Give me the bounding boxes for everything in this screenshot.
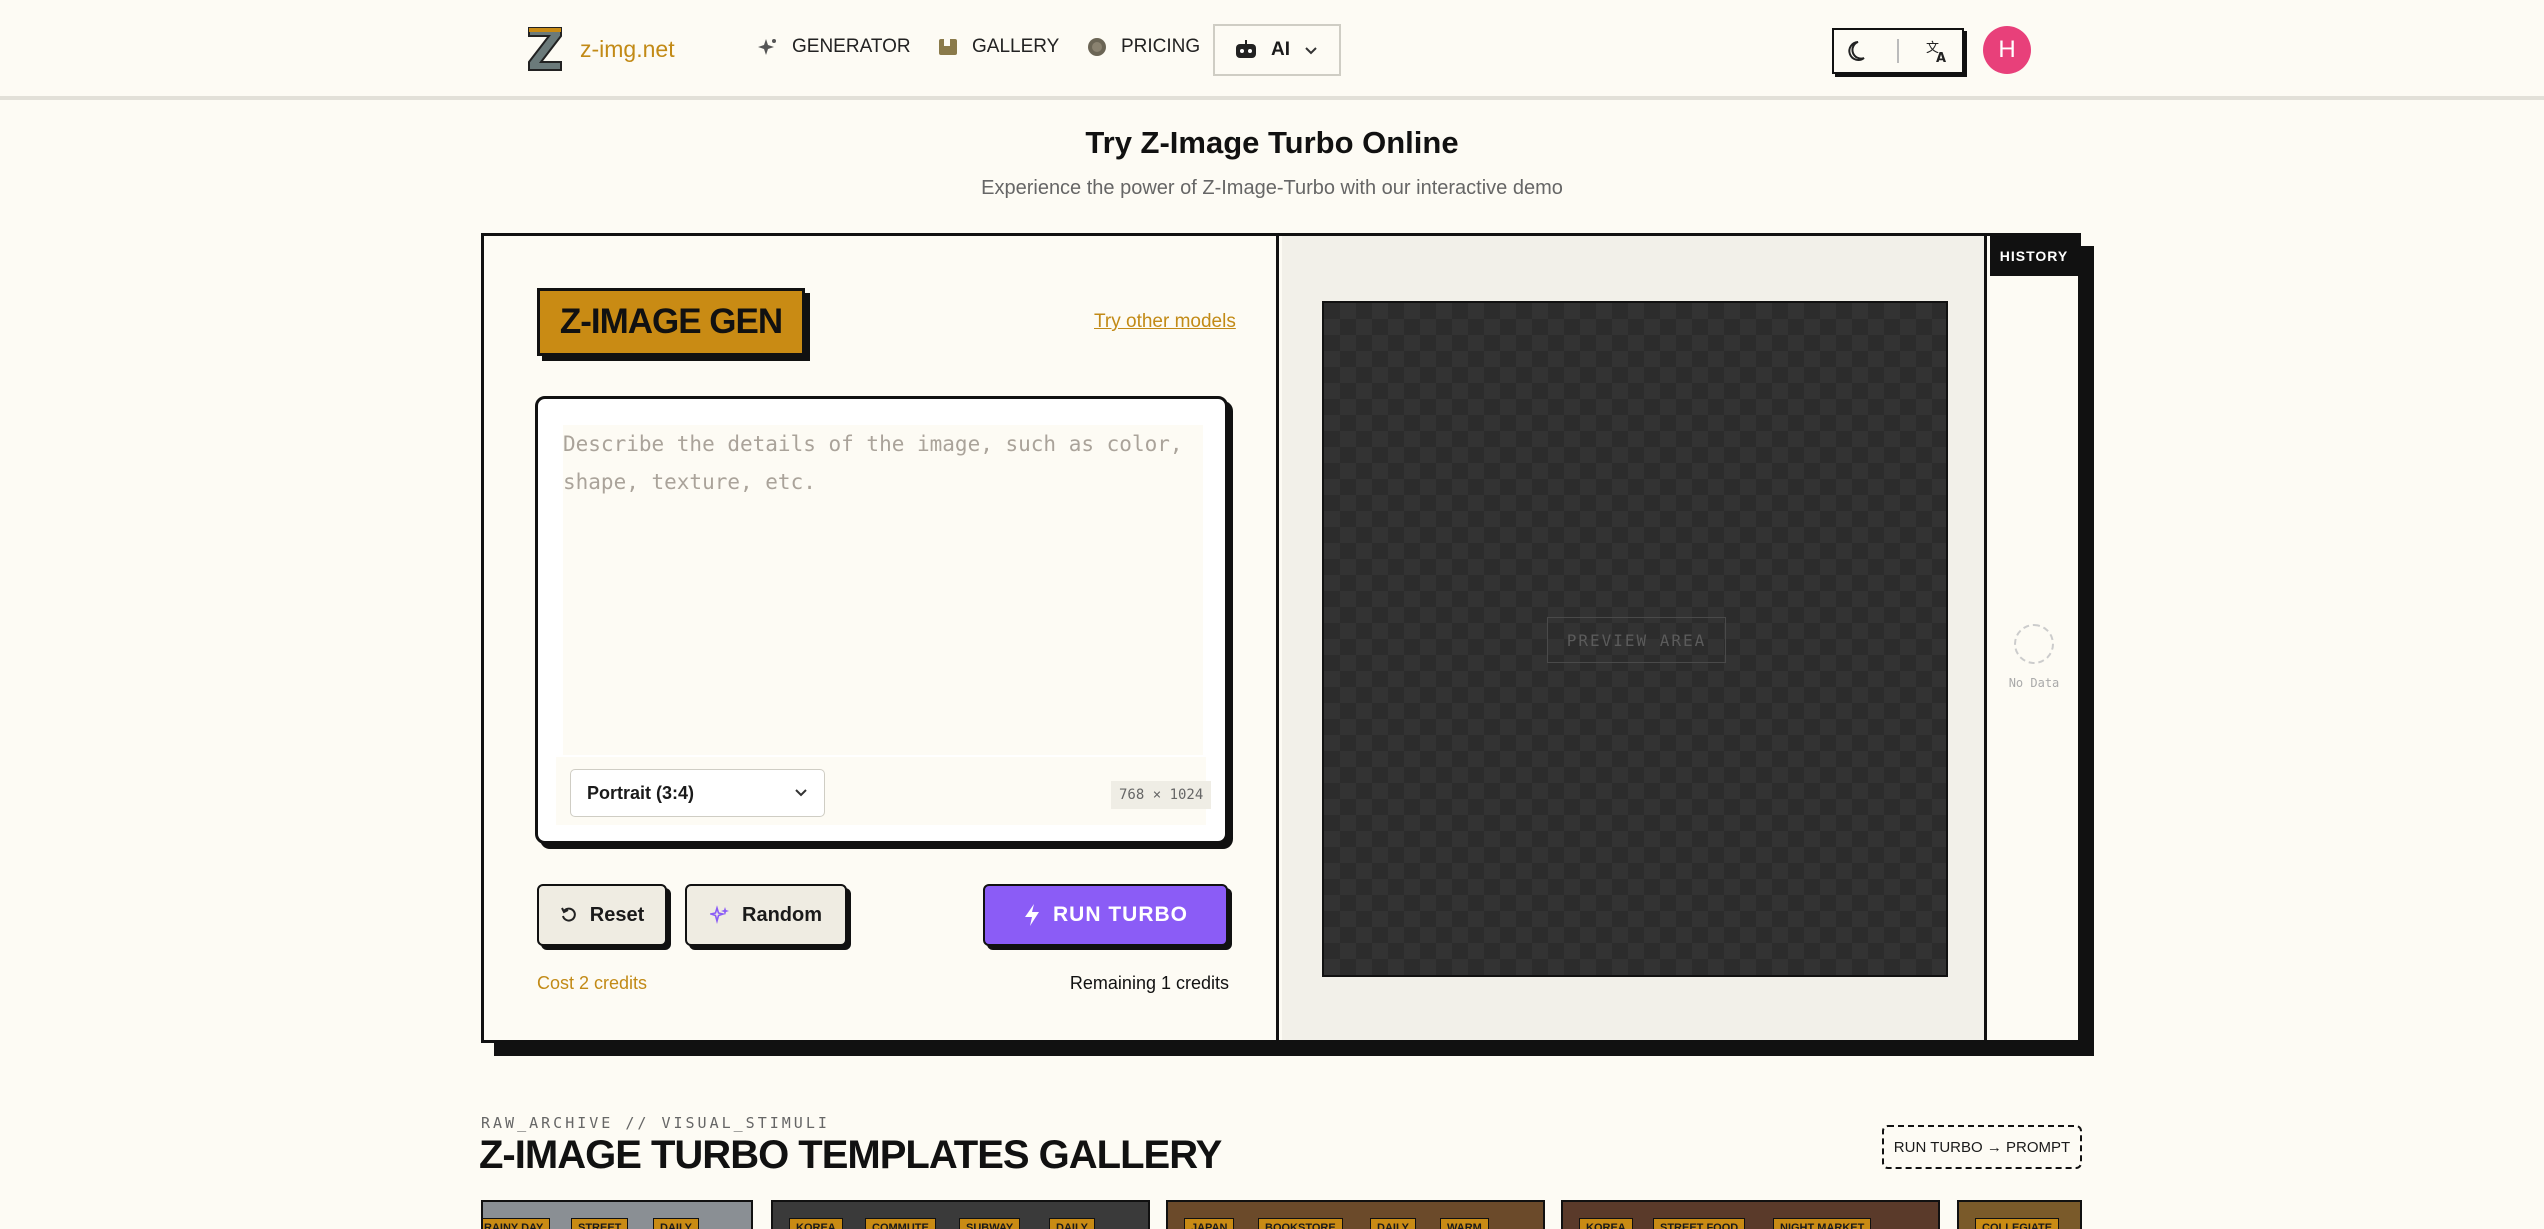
gallery-thumbnail[interactable]: KOREA STREET FOOD NIGHT MARKET (1561, 1200, 1940, 1229)
gallery-title: Z-IMAGE TURBO TEMPLATES GALLERY (479, 1133, 1222, 1177)
ai-label: AI (1271, 39, 1290, 60)
template-tag: COLLEGIATE (1975, 1218, 2060, 1229)
preview-area: PREVIEW AREA (1322, 301, 1948, 977)
page-title: Try Z-Image Turbo Online (1085, 125, 1459, 160)
gallery-thumbnail[interactable]: KOREA COMMUTE SUBWAY DAILY (771, 1200, 1150, 1229)
translate-icon[interactable]: 文A (1924, 38, 1950, 64)
prompt-card: Describe the details of the image, such … (535, 396, 1228, 844)
template-tag: RAINY DAY (483, 1218, 551, 1229)
empty-state-icon (2014, 624, 2054, 664)
template-tag: STREET (571, 1218, 629, 1229)
history-title: HISTORY (1990, 236, 2078, 276)
top-navbar: z-img.net GENERATOR GALLERY PRICING AI 文… (0, 0, 2544, 100)
user-avatar[interactable]: H (1983, 26, 2031, 74)
aspect-ratio-select[interactable]: Portrait (3:4) (570, 769, 825, 817)
template-tag: JAPAN (1184, 1218, 1235, 1229)
reset-icon (560, 907, 576, 922)
toolbar-divider (1896, 39, 1899, 63)
logo-icon[interactable] (525, 24, 565, 72)
cost-text: Cost 2 credits (537, 973, 648, 993)
template-tag: STREET FOOD (1653, 1218, 1746, 1229)
robot-icon (1236, 40, 1256, 58)
reset-button[interactable]: Reset (537, 884, 667, 946)
template-tag: KOREA (1579, 1218, 1633, 1229)
image-album-icon (939, 39, 957, 55)
random-label: Random (742, 903, 822, 926)
chevron-down-icon (1305, 47, 1317, 55)
template-tag: DAILY (653, 1218, 699, 1229)
page-subtitle: Experience the power of Z-Image-Turbo wi… (981, 177, 1563, 199)
toolbar-group: 文A (1832, 28, 1964, 74)
random-button[interactable]: Random (685, 884, 847, 946)
nav-generator-label: GENERATOR (792, 36, 911, 57)
gallery-thumbnail[interactable]: JAPAN BOOKSTORE DAILY WARM (1166, 1200, 1545, 1229)
preview-pane: PREVIEW AREA (1282, 236, 1987, 1040)
nav-gallery-link[interactable]: GALLERY (938, 36, 1059, 58)
sparkle-icon (758, 39, 776, 55)
template-tag: SUBWAY (959, 1218, 1021, 1229)
lightning-icon (1025, 904, 1039, 926)
preview-area-label: PREVIEW AREA (1547, 617, 1726, 663)
template-tag: COMMUTE (865, 1218, 936, 1229)
remaining-credits: Remaining 1 credits (1069, 973, 1229, 993)
template-tag: DAILY (1049, 1218, 1095, 1229)
reset-label: Reset (589, 903, 645, 926)
template-tag: DAILY (1370, 1218, 1416, 1229)
nav-pricing-label: PRICING (1121, 36, 1201, 57)
ai-dropdown[interactable]: AI (1213, 24, 1341, 76)
prompt-textarea[interactable]: Describe the details of the image, such … (563, 425, 1203, 755)
generator-controls: Z-IMAGE GEN Try other models Describe th… (484, 236, 1279, 1040)
generator-panel: Z-IMAGE GEN Try other models Describe th… (481, 233, 2081, 1043)
gallery-thumbnail[interactable]: COLLEGIATE (1957, 1200, 2082, 1229)
chevron-down-icon (795, 789, 807, 797)
nav-gallery-label: GALLERY (972, 36, 1060, 57)
history-sidebar: HISTORY No Data (1990, 236, 2078, 1040)
gallery-kicker: RAW_ARCHIVE // VISUAL_STIMULI (481, 1114, 830, 1132)
aspect-ratio-value: Portrait (3:4) (587, 782, 695, 803)
dimensions-badge: 768 × 1024 (1111, 781, 1212, 809)
run-turbo-button[interactable]: RUN TURBO (983, 884, 1228, 946)
moon-icon[interactable] (1846, 38, 1872, 64)
template-tag: KOREA (789, 1218, 843, 1229)
coin-icon (1088, 38, 1106, 56)
template-tag: WARM (1440, 1218, 1489, 1229)
template-tag: BOOKSTORE (1258, 1218, 1343, 1229)
run-turbo-prompt-button[interactable]: RUN TURBO → PROMPT (1882, 1125, 2082, 1169)
nav-pricing-link[interactable]: PRICING (1087, 36, 1200, 58)
nav-generator-link[interactable]: GENERATOR (758, 36, 911, 58)
gallery-thumbnail[interactable]: RAINY DAY STREET DAILY (481, 1200, 753, 1229)
run-turbo-label: RUN TURBO (1053, 903, 1188, 926)
history-empty-text: No Data (2008, 676, 2060, 690)
generator-badge: Z-IMAGE GEN (537, 288, 805, 356)
template-tag: NIGHT MARKET (1773, 1218, 1872, 1229)
brand-name[interactable]: z-img.net (580, 36, 675, 63)
sparkles-icon (710, 905, 729, 925)
svg-text:A: A (1936, 51, 1946, 64)
try-other-models-link[interactable]: Try other models (1094, 311, 1236, 333)
